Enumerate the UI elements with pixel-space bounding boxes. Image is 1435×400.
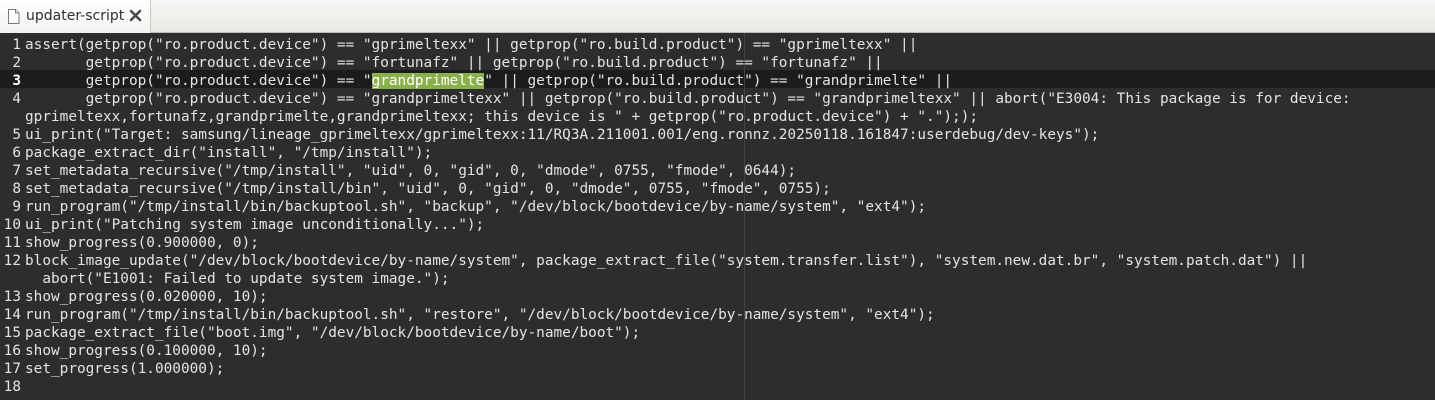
code-line[interactable]: gprimeltexx,fortunafz,grandprimelte,gran…: [0, 108, 1435, 126]
search-match-highlight: grandprimelte: [371, 73, 485, 89]
line-code: ui_print("Target: samsung/lineage_gprime…: [25, 127, 1100, 143]
file-icon: [8, 9, 20, 24]
code-line[interactable]: 4 getprop("ro.product.device") == "grand…: [0, 90, 1435, 108]
code-line[interactable]: 18: [0, 378, 1435, 396]
line-number: 7: [12, 163, 21, 179]
line-number: 13: [3, 289, 21, 305]
line-code: run_program("/tmp/install/bin/backuptool…: [25, 307, 935, 323]
code-line[interactable]: 6 package_extract_dir("install", "/tmp/in…: [0, 144, 1435, 162]
line-number: 11: [3, 235, 21, 251]
code-line[interactable]: 8 set_metadata_recursive("/tmp/install/bi…: [0, 180, 1435, 198]
line-code: getprop("ro.product.device") == "grandpr…: [25, 72, 952, 90]
code-line[interactable]: 17 set_progress(1.000000);: [0, 360, 1435, 378]
code-editor[interactable]: 1 assert(getprop("ro.product.device") == …: [0, 33, 1435, 400]
tab-bar: updater-script: [0, 0, 1435, 33]
line-code: gprimeltexx,fortunafz,grandprimelte,gran…: [25, 109, 979, 125]
line-code: show_progress(0.020000, 10);: [25, 289, 268, 305]
code-line[interactable]: 11 show_progress(0.900000, 0);: [0, 234, 1435, 252]
tab-updater-script[interactable]: updater-script: [0, 0, 151, 33]
code-lines: 1 assert(getprop("ro.product.device") == …: [0, 36, 1435, 396]
line-code: package_extract_file("boot.img", "/dev/b…: [25, 325, 641, 341]
line-number: 9: [12, 199, 21, 215]
line-code: package_extract_dir("install", "/tmp/ins…: [25, 145, 433, 161]
code-line[interactable]: 3 getprop("ro.product.device") == "grand…: [0, 72, 1435, 90]
line-code: set_progress(1.000000);: [25, 361, 225, 377]
code-line[interactable]: 16 show_progress(0.100000, 10);: [0, 342, 1435, 360]
line-code: getprop("ro.product.device") == "fortuna…: [25, 55, 883, 71]
line-number: 15: [3, 325, 21, 341]
code-line[interactable]: abort("E1001: Failed to update system im…: [0, 270, 1435, 288]
code-line[interactable]: 15 package_extract_file("boot.img", "/dev…: [0, 324, 1435, 342]
code-line[interactable]: 9 run_program("/tmp/install/bin/backuptoo…: [0, 198, 1435, 216]
line-number: 14: [3, 307, 21, 323]
code-line[interactable]: 12 block_image_update("/dev/block/bootdev…: [0, 252, 1435, 270]
line-code: set_metadata_recursive("/tmp/install", "…: [25, 163, 797, 179]
line-number: 3: [12, 73, 21, 89]
code-line[interactable]: 2 getprop("ro.product.device") == "fortu…: [0, 54, 1435, 72]
code-line[interactable]: 13 show_progress(0.020000, 10);: [0, 288, 1435, 306]
line-number: 1: [12, 37, 21, 53]
code-text: " || getprop("ro.build.product") == "gra…: [484, 73, 953, 89]
code-line[interactable]: 5 ui_print("Target: samsung/lineage_gprim…: [0, 126, 1435, 144]
line-code: getprop("ro.product.device") == "grandpr…: [25, 91, 1351, 107]
line-number: 8: [12, 181, 21, 197]
close-icon[interactable]: [128, 8, 143, 23]
line-number: 18: [3, 379, 21, 395]
line-number: 10: [3, 217, 21, 233]
line-number: 2: [12, 55, 21, 71]
code-line[interactable]: 1 assert(getprop("ro.product.device") == …: [0, 36, 1435, 54]
line-code: set_metadata_recursive("/tmp/install/bin…: [25, 181, 831, 197]
line-number: 4: [12, 91, 21, 107]
line-number: 12: [3, 253, 21, 269]
line-number: 17: [3, 361, 21, 377]
line-code: run_program("/tmp/install/bin/backuptool…: [25, 199, 927, 215]
line-code: assert(getprop("ro.product.device") == "…: [25, 37, 918, 53]
line-code: abort("E1001: Failed to update system im…: [25, 271, 450, 287]
line-number: 5: [12, 127, 21, 143]
line-code: show_progress(0.100000, 10);: [25, 343, 268, 359]
line-code: ui_print("Patching system image uncondit…: [25, 217, 485, 233]
line-code: block_image_update("/dev/block/bootdevic…: [25, 253, 1308, 269]
line-number: 16: [3, 343, 21, 359]
code-line[interactable]: 10 ui_print("Patching system image uncond…: [0, 216, 1435, 234]
tab-label: updater-script: [26, 8, 125, 24]
code-text: getprop("ro.product.device") == ": [25, 73, 372, 89]
code-line[interactable]: 7 set_metadata_recursive("/tmp/install", …: [0, 162, 1435, 180]
line-code: show_progress(0.900000, 0);: [25, 235, 259, 251]
line-number: 6: [12, 145, 21, 161]
code-line[interactable]: 14 run_program("/tmp/install/bin/backupto…: [0, 306, 1435, 324]
